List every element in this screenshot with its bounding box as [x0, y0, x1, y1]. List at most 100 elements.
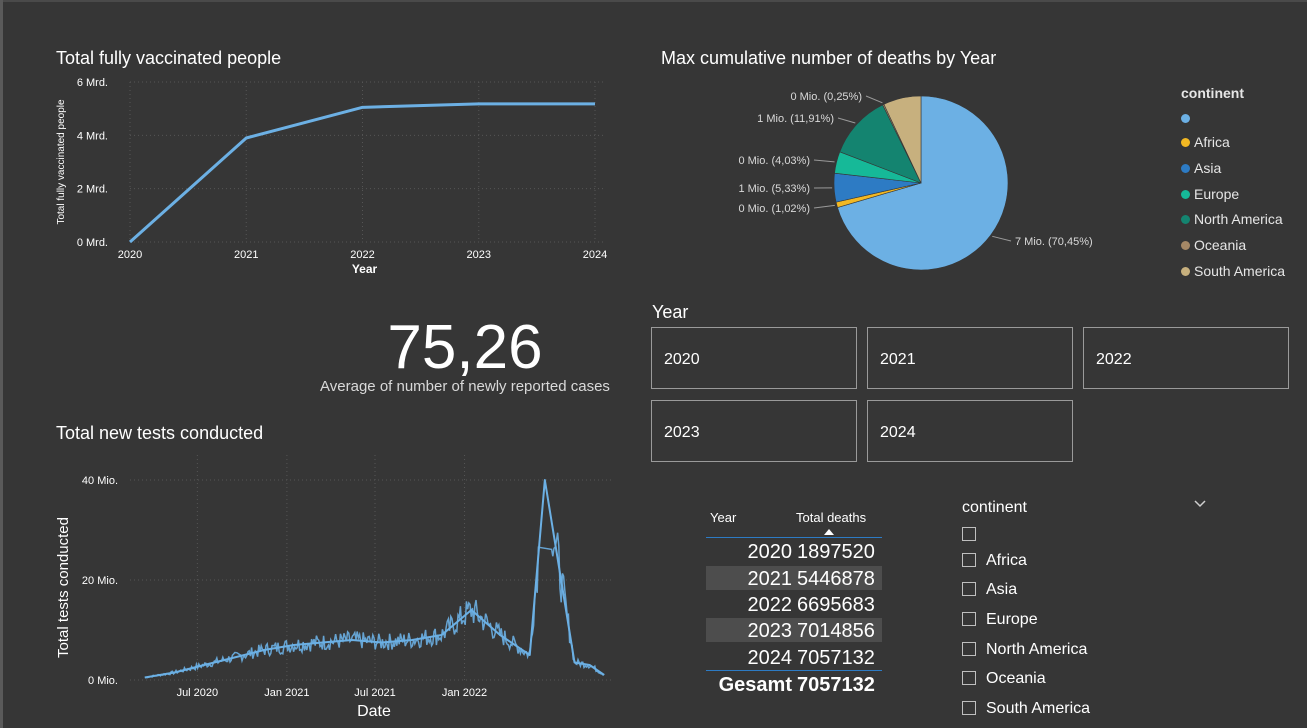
y-tick-label: 20 Mio.: [82, 575, 118, 587]
year-tile-2023[interactable]: 2023: [651, 400, 857, 462]
continent-option-south-america[interactable]: South America: [962, 700, 1090, 720]
pie-data-label: 0 Mio. (4,03%): [738, 155, 810, 167]
continent-option-label: Europe: [986, 611, 1038, 628]
x-tick-label: Jan 2021: [264, 687, 309, 699]
checkbox[interactable]: [962, 642, 976, 656]
continent-option-asia[interactable]: Asia: [962, 581, 1017, 601]
table-header-year[interactable]: Year: [710, 510, 736, 525]
pie-data-label: 0 Mio. (0,25%): [790, 91, 862, 103]
table-cell-total: 7014856: [797, 620, 875, 642]
continent-option-oceania[interactable]: Oceania: [962, 670, 1046, 690]
checkbox[interactable]: [962, 582, 976, 596]
continent-slicer-title: continent: [962, 499, 1027, 516]
window-top-border: [0, 0, 1307, 2]
table-total-label: Gesamt: [718, 674, 792, 696]
legend-item[interactable]: Africa: [1181, 134, 1230, 150]
pie-legend-title: continent: [1181, 85, 1244, 101]
legend-label: Europe: [1194, 186, 1240, 202]
y-axis-label: Total tests conducted: [55, 517, 72, 658]
year-tile-2024[interactable]: 2024: [867, 400, 1073, 462]
y-tick-label: 40 Mio.: [82, 475, 118, 487]
table-row[interactable]: 2023 7014856: [706, 618, 882, 642]
pie-leader-line: [813, 204, 835, 209]
legend-label: South America: [1194, 263, 1286, 279]
table-cell-year: 2023: [747, 620, 793, 642]
continent-option-label: North America: [986, 641, 1088, 658]
continent-option-label: Asia: [986, 581, 1018, 598]
continent-option-europe[interactable]: Europe: [962, 611, 1038, 631]
legend-marker-icon: [1181, 267, 1190, 276]
legend-marker-icon: [1181, 241, 1190, 250]
table-cell-year: 2021: [747, 568, 793, 590]
legend-marker-icon: [1181, 138, 1190, 147]
legend-marker-icon: [1181, 114, 1190, 123]
legend-item[interactable]: Asia: [1181, 160, 1221, 176]
vaccinated-line-chart[interactable]: 0 Mrd. 2 Mrd. 4 Mrd. 6 Mrd. 2020 2021 2022 2023…: [0, 60, 620, 310]
year-tile-2020[interactable]: 2020: [651, 327, 857, 389]
legend-marker-icon: [1181, 164, 1190, 173]
year-tile-2022[interactable]: 2022: [1083, 327, 1289, 389]
legend-label: Oceania: [1194, 237, 1247, 253]
checkbox[interactable]: [962, 553, 976, 567]
y-axis-label: Total fully vaccinated people: [56, 99, 67, 225]
pie-leader-line: [813, 159, 835, 163]
legend-item[interactable]: Oceania: [1181, 237, 1246, 253]
kpi-label: Average of number of newly reported case…: [320, 378, 610, 394]
table-cell-year: 2020: [747, 541, 793, 563]
pie-leader-line: [992, 235, 1012, 242]
legend-label: Africa: [1194, 134, 1230, 150]
table-row[interactable]: 2022 6695683: [706, 592, 882, 616]
legend-item[interactable]: Europe: [1181, 186, 1239, 202]
continent-option-label: Oceania: [986, 670, 1046, 687]
continent-option-label: South America: [986, 700, 1091, 717]
chevron-down-icon[interactable]: [1193, 496, 1207, 514]
year-tile-2021[interactable]: 2021: [867, 327, 1073, 389]
table-total-value: 7057132: [797, 674, 875, 696]
table-cell-total: 6695683: [797, 594, 875, 616]
y-tick-label: 6 Mrd.: [77, 77, 108, 89]
legend-marker-icon: [1181, 190, 1190, 199]
x-tick-label: 2023: [467, 249, 491, 261]
y-tick-label: 0 Mio.: [88, 675, 118, 687]
table-row[interactable]: 2020 1897520: [706, 539, 882, 563]
year-slicer-title: Year: [652, 302, 689, 322]
checkbox[interactable]: [962, 671, 976, 685]
tests-chart-title: Total new tests conducted: [56, 423, 264, 443]
checkbox[interactable]: [962, 612, 976, 626]
table-cell-total: 5446878: [797, 568, 875, 590]
legend-item[interactable]: South America: [1181, 263, 1285, 279]
legend-item[interactable]: North America: [1181, 211, 1283, 227]
table-header-total-deaths[interactable]: Total deaths: [796, 510, 866, 525]
x-tick-label: Jul 2021: [354, 687, 396, 699]
tests-series-daily-noise: [144, 532, 604, 679]
x-tick-label: 2020: [118, 249, 142, 261]
continent-option-africa[interactable]: Africa: [962, 552, 1027, 572]
y-tick-label: 0 Mrd.: [77, 237, 108, 249]
deaths-pie-chart[interactable]: 7 Mio. (70,45%) 0 Mio. (1,02%) 1 Mio. (5,3…: [700, 80, 1200, 300]
sort-ascending-icon[interactable]: [824, 529, 834, 535]
table-cell-total: 1897520: [797, 541, 875, 563]
table-header-divider: [706, 537, 882, 538]
table-row[interactable]: 2021 5446878: [706, 566, 882, 590]
checkbox[interactable]: [962, 527, 976, 541]
tests-line-chart[interactable]: 0 Mio. 20 Mio. 40 Mio. Jul 2020 Jan 2021 Jul …: [0, 445, 620, 725]
pie-leader-line: [865, 95, 883, 104]
x-tick-label: 2021: [234, 249, 258, 261]
x-axis-label: Date: [357, 703, 391, 720]
legend-item[interactable]: [1181, 110, 1194, 126]
table-cell-year: 2024: [747, 647, 793, 669]
legend-label: North America: [1194, 211, 1283, 227]
y-tick-label: 2 Mrd.: [77, 184, 108, 196]
continent-option-blank[interactable]: [962, 526, 986, 546]
table-total-row: Gesamt 7057132: [706, 672, 882, 696]
pie-leader-line: [837, 117, 856, 124]
pie-data-label: 1 Mio. (5,33%): [738, 183, 810, 195]
continent-option-north-america[interactable]: North America: [962, 641, 1087, 661]
vaccinated-series-line: [128, 102, 595, 244]
table-row[interactable]: 2024 7057132: [706, 645, 882, 669]
x-tick-label: Jan 2022: [442, 687, 487, 699]
checkbox[interactable]: [962, 701, 976, 715]
pie-data-label: 0 Mio. (1,02%): [738, 203, 810, 215]
deaths-pie-title: Max cumulative number of deaths by Year: [661, 48, 997, 68]
x-tick-label: 2022: [350, 249, 374, 261]
